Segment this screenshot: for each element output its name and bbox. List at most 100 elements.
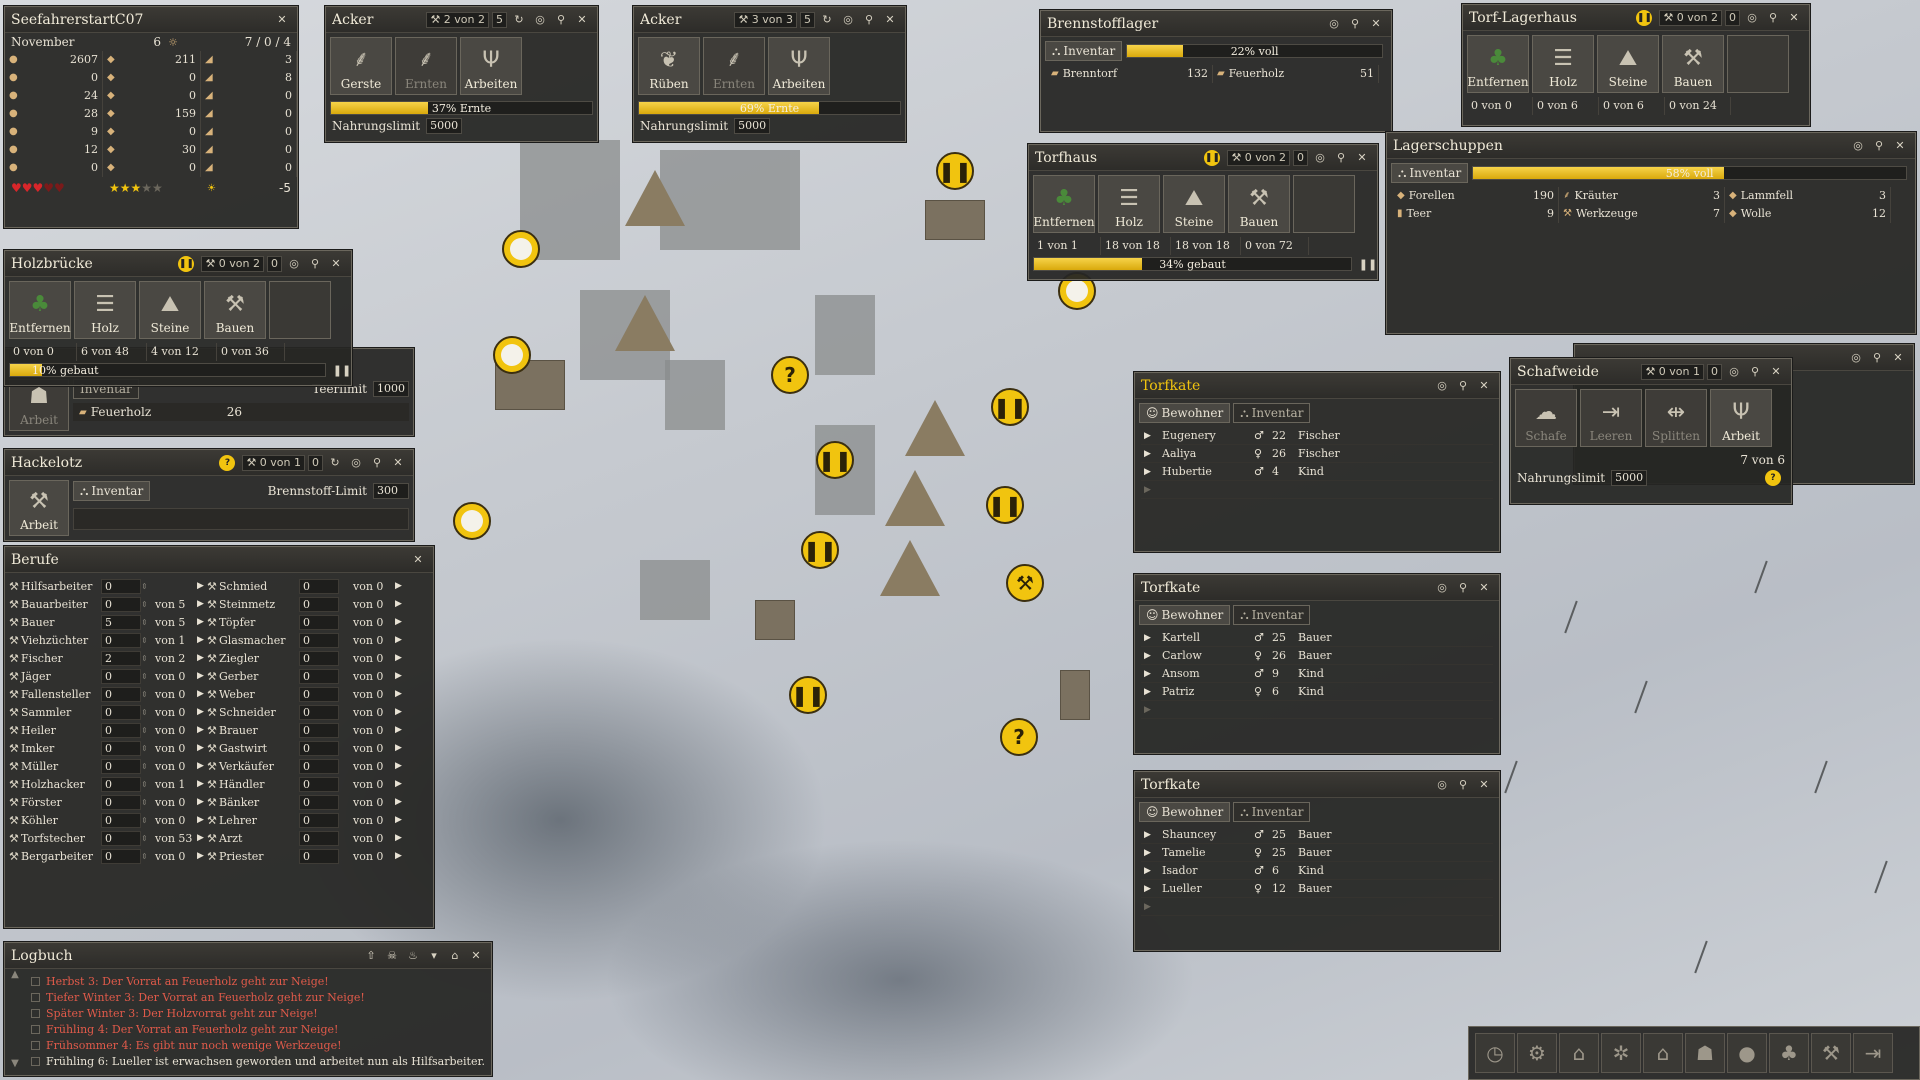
house-icon[interactable]: ⌂	[1559, 1033, 1599, 1073]
target-icon[interactable]: ◎	[839, 11, 857, 29]
checkbox-icon[interactable]	[31, 1024, 40, 1034]
expand-icon[interactable]: ▶	[197, 653, 207, 663]
resident-row[interactable]: ▶ Eugenery ♂ 22 Fischer	[1141, 427, 1493, 445]
remove-button[interactable]: ♣ Entfernen	[1033, 175, 1095, 233]
job-count-input[interactable]: 0	[299, 578, 339, 594]
barn-icon[interactable]: ⌂	[1643, 1033, 1683, 1073]
stone-button[interactable]: ⛰ Steine	[1597, 35, 1659, 93]
target-icon[interactable]: ◎	[1325, 15, 1343, 33]
priority-spinner[interactable]: 5	[492, 11, 507, 28]
tent-building[interactable]	[615, 295, 675, 351]
expand-icon[interactable]: ▶	[395, 671, 405, 681]
job-count-input[interactable]: 0	[101, 668, 141, 684]
resident-row[interactable]: ▶ Carlow ♀ 26 Bauer	[1141, 647, 1493, 665]
job-count-input[interactable]: 0	[299, 614, 339, 630]
job-count-input[interactable]: 0	[101, 596, 141, 612]
expand-icon[interactable]: ▶	[197, 797, 207, 807]
close-icon[interactable]: ✕	[409, 551, 427, 569]
expand-icon[interactable]: ▶	[395, 707, 405, 717]
expand-icon[interactable]: ▶	[197, 599, 207, 609]
expand-icon[interactable]: ▶	[395, 653, 405, 663]
stepper-icon[interactable]: ⇕	[141, 654, 155, 663]
expand-icon[interactable]: ▶	[197, 617, 207, 627]
build-button[interactable]: ⚒ Bauen	[1228, 175, 1290, 233]
tab-inventar[interactable]: ⛬ Inventar	[73, 481, 151, 501]
target-icon[interactable]: ◎	[1433, 377, 1451, 395]
close-icon[interactable]: ✕	[573, 11, 591, 29]
tab-inventar[interactable]: ⛬ Inventar	[1233, 605, 1311, 625]
expand-icon[interactable]: ▶	[395, 833, 405, 843]
worker-spinner[interactable]: ⚒ 0 von 1	[1641, 363, 1704, 380]
worker-spinner[interactable]: ⚒ 0 von 2	[1227, 149, 1290, 166]
job-count-input[interactable]: 0	[101, 848, 141, 864]
question-marker[interactable]: ?	[771, 356, 809, 394]
stone-button[interactable]: ⛰ Steine	[139, 281, 201, 339]
close-icon[interactable]: ✕	[1475, 579, 1493, 597]
resident-row[interactable]: ▶ Tamelie ♀ 25 Bauer	[1141, 844, 1493, 862]
marker-circle[interactable]	[502, 230, 540, 268]
resident-row[interactable]: ▶ Ansom ♂ 9 Kind	[1141, 665, 1493, 683]
close-icon[interactable]: ✕	[1475, 377, 1493, 395]
limit-input[interactable]: 1000	[373, 381, 409, 397]
work-button[interactable]: ☗ Arbeit	[9, 379, 69, 431]
temple-icon[interactable]: ☗	[1685, 1033, 1725, 1073]
expand-icon[interactable]: ▶	[1141, 449, 1159, 459]
close-icon[interactable]: ✕	[1889, 349, 1907, 367]
stepper-icon[interactable]: ⇕	[141, 600, 155, 609]
resident-row[interactable]: ▶ Patriz ♀ 6 Kind	[1141, 683, 1493, 701]
pause-marker[interactable]: ❚❚	[936, 152, 974, 190]
target-icon[interactable]: ◎	[1433, 776, 1451, 794]
job-count-input[interactable]: 0	[299, 704, 339, 720]
pause-marker[interactable]: ❚❚	[801, 531, 839, 569]
expand-icon[interactable]: ▶	[197, 635, 207, 645]
scroll-up-icon[interactable]: ▲	[11, 969, 19, 980]
hut-building[interactable]	[1060, 670, 1090, 720]
log-entry[interactable]: Später Winter 3: Der Holzvorrat geht zur…	[25, 1005, 485, 1021]
stepper-icon[interactable]: ⇕	[141, 636, 155, 645]
pause-marker[interactable]: ❚❚	[789, 676, 827, 714]
exit-icon[interactable]: ⇥	[1853, 1033, 1893, 1073]
expand-icon[interactable]: ▶	[395, 599, 405, 609]
resident-row[interactable]: ▶ Aaliya ♀ 26 Fischer	[1141, 445, 1493, 463]
fire-icon[interactable]: ♨	[404, 947, 422, 965]
wood-button[interactable]: ☰ Holz	[74, 281, 136, 339]
job-count-input[interactable]: 0	[299, 830, 339, 846]
expand-icon[interactable]: ▶	[395, 689, 405, 699]
job-count-input[interactable]: 0	[299, 668, 339, 684]
pause-marker[interactable]: ❚❚	[986, 486, 1024, 524]
job-count-input[interactable]: 0	[299, 650, 339, 666]
expand-icon[interactable]: ▶	[197, 725, 207, 735]
crop-button[interactable]: ❦ Rüben	[638, 37, 700, 95]
target-icon[interactable]: ◎	[1743, 9, 1761, 27]
priority-spinner[interactable]: 0	[1707, 363, 1722, 380]
refresh-icon[interactable]: ↻	[510, 11, 528, 29]
job-count-input[interactable]: 0	[101, 722, 141, 738]
checkbox-icon[interactable]	[31, 1056, 40, 1066]
hut-building[interactable]	[925, 200, 985, 240]
checkbox-icon[interactable]	[31, 1008, 40, 1018]
job-count-input[interactable]: 0	[101, 758, 141, 774]
job-count-input[interactable]: 0	[101, 632, 141, 648]
tent-building[interactable]	[625, 170, 685, 226]
expand-icon[interactable]: ▶	[395, 815, 405, 825]
job-count-input[interactable]: 2	[101, 650, 141, 666]
job-count-input[interactable]: 0	[299, 794, 339, 810]
pin-icon[interactable]: ⚲	[306, 255, 324, 273]
expand-icon[interactable]: ▶	[1141, 431, 1159, 441]
field-plot[interactable]	[665, 360, 725, 430]
resident-row[interactable]: ▶ Hubertie ♂ 4 Kind	[1141, 463, 1493, 481]
tab-inventar[interactable]: ⛬ Inventar	[1233, 802, 1311, 822]
priority-spinner[interactable]: 0	[267, 255, 282, 272]
job-count-input[interactable]: 0	[299, 776, 339, 792]
expand-icon[interactable]: ▶	[395, 635, 405, 645]
expand-icon[interactable]: ▶	[395, 851, 405, 861]
limit-input[interactable]: 5000	[1611, 470, 1648, 486]
expand-icon[interactable]: ▶	[1141, 848, 1159, 858]
hut-building[interactable]	[755, 600, 795, 640]
expand-icon[interactable]: ▶	[197, 689, 207, 699]
build-button[interactable]: ⚒ Bauen	[204, 281, 266, 339]
expand-icon[interactable]: ▶	[1141, 687, 1159, 697]
expand-icon[interactable]: ▶	[395, 797, 405, 807]
work-button[interactable]: Ψ Arbeiten	[460, 37, 522, 95]
pause-icon[interactable]: ❚❚	[1359, 255, 1377, 273]
